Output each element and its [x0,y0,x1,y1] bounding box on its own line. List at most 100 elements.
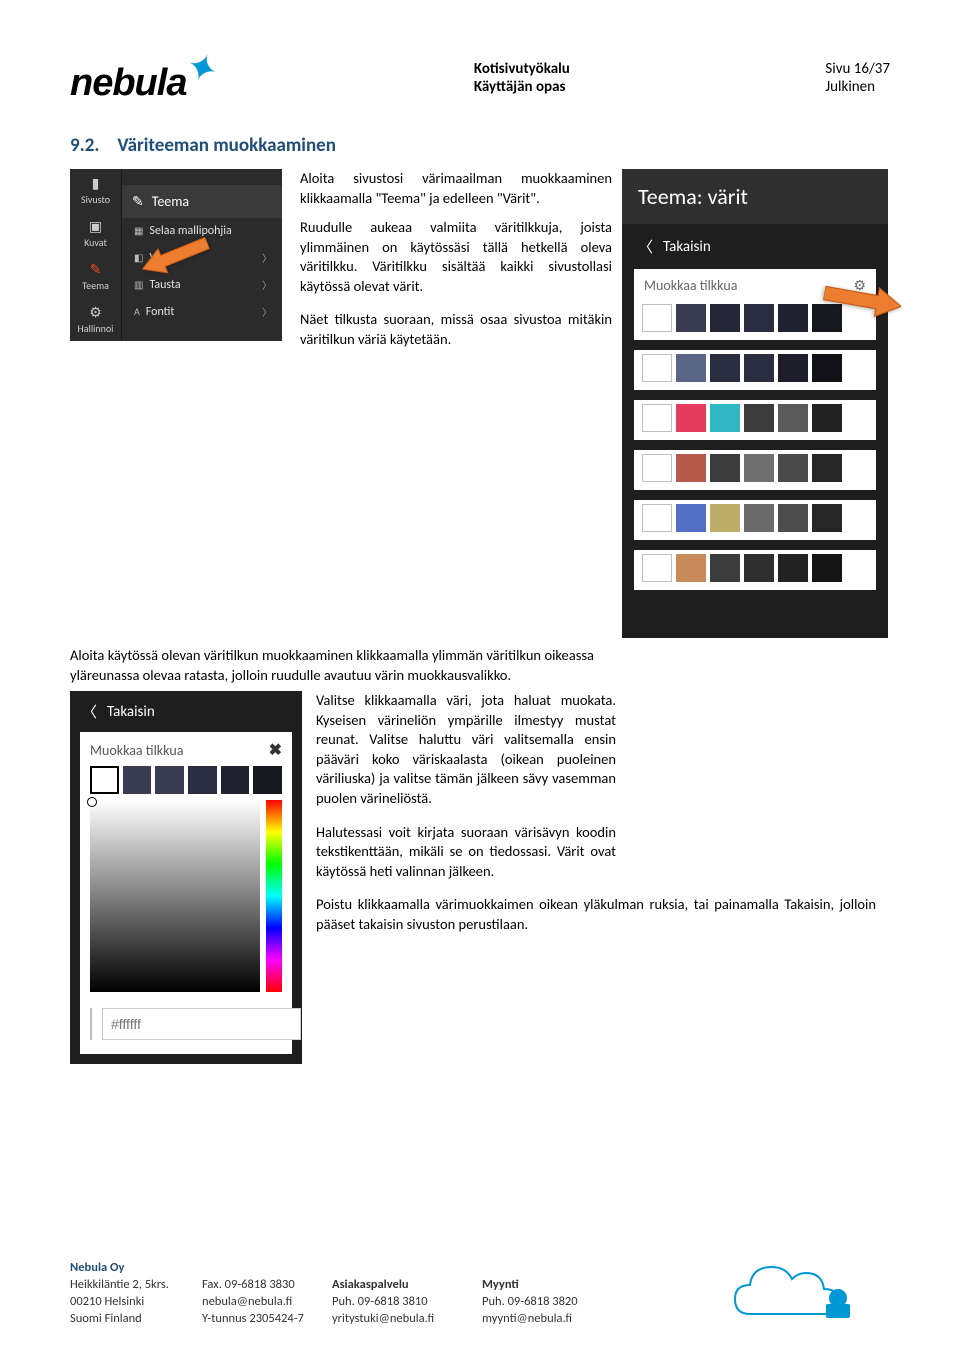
card-title: Muokkaa tilkkua [644,277,737,294]
doc-title: Kotisivutyökalu [474,60,570,78]
color-swatch[interactable] [642,404,672,432]
back-button[interactable]: 〈 Takaisin [622,224,888,269]
footer-col-asiakaspalvelu: Asiakaspalvelu Puh. 09-6818 3810 yrityst… [332,1277,482,1328]
page-number: Sivu 16/37 [825,60,890,78]
color-gradient-square[interactable] [90,800,260,992]
color-swatch[interactable] [778,304,808,332]
color-swatch[interactable] [710,454,740,482]
image-icon: ▣ [89,220,102,234]
chevron-left-icon: 〈 [638,236,653,257]
file-icon: ▮ [92,177,100,191]
paragraph: Poistu klikkaamalla värimuokkaimen oikea… [316,895,876,934]
color-swatch[interactable] [710,354,740,382]
current-color-swatch [90,1008,92,1040]
color-swatch[interactable] [710,304,740,332]
teema-varit-panel: Teema: värit 〈 Takaisin Muokkaa tilkkua⚙ [622,169,888,638]
color-swatch[interactable] [710,504,740,532]
color-swatch[interactable] [155,766,184,794]
cloud-illustration-icon [730,1244,890,1334]
gear-icon: ⚙ [89,306,102,320]
color-swatch[interactable] [676,454,706,482]
color-swatch[interactable] [778,404,808,432]
sidebar-item-fontit[interactable]: AFontit 〉 [122,298,282,325]
palette-card[interactable] [634,450,876,490]
color-swatch[interactable] [812,354,842,382]
page-footer: Nebula Oy Heikkiläntie 2, 5krs. 00210 He… [70,1260,890,1328]
color-swatch[interactable] [744,304,774,332]
header-right-block: Sivu 16/37 Julkinen [825,60,890,96]
color-swatch[interactable] [812,504,842,532]
color-swatch[interactable] [642,554,672,582]
hex-input[interactable] [102,1008,301,1040]
paragraph: Aloita käytössä olevan väritilkun muokka… [70,646,594,685]
color-swatch[interactable] [744,554,774,582]
footer-col-contact: Fax. 09-6818 3830 nebula@nebula.fi Y-tun… [202,1277,332,1328]
color-swatch[interactable] [744,404,774,432]
color-swatch[interactable] [744,354,774,382]
footer-col-address: Heikkiläntie 2, 5krs. 00210 Helsinki Suo… [70,1277,202,1328]
color-swatch[interactable] [812,404,842,432]
color-swatch[interactable] [642,354,672,382]
color-swatch[interactable] [676,304,706,332]
close-icon[interactable]: ✖ [269,740,282,760]
nav-item-hallinnoi[interactable]: ⚙ Hallinnoi [70,298,121,341]
section-number: 9.2. [70,134,99,157]
color-swatch[interactable] [744,454,774,482]
doc-subtitle: Käyttäjän opas [474,78,570,96]
color-swatch[interactable] [123,766,152,794]
color-picker-screenshot: 〈 Takaisin Muokkaa tilkkua ✖ [70,691,302,1064]
palette-card[interactable] [634,350,876,390]
color-swatch[interactable] [710,554,740,582]
color-swatch[interactable] [676,354,706,382]
color-swatch[interactable] [744,504,774,532]
star-icon: ✦ [180,42,226,96]
footer-col-myynti: Myynti Puh. 09-6818 3820 myynti@nebula.f… [482,1277,632,1328]
hue-slider[interactable] [266,800,282,992]
color-swatch[interactable] [642,304,672,332]
color-swatch[interactable] [676,554,706,582]
chevron-right-icon: 〉 [262,277,272,292]
sidebar-panel-header: ✎ Teema [122,185,282,218]
page-header: nebula ✦ Kotisivutyökalu Käyttäjän opas … [70,60,890,106]
paragraph: Näet tilkusta suoraan, missä osaa sivust… [300,310,612,349]
paragraph: Halutessasi voit kirjata suoraan värisäv… [316,823,616,882]
color-swatch[interactable] [778,354,808,382]
color-swatch[interactable] [710,404,740,432]
color-swatch[interactable] [642,454,672,482]
color-swatch[interactable] [778,554,808,582]
color-swatch[interactable] [676,504,706,532]
chevron-left-icon: 〈 [82,701,97,722]
nav-item-sivusto[interactable]: ▮ Sivusto [70,169,121,212]
palette-card[interactable] [634,550,876,590]
background-icon: ▥ [134,278,143,291]
palette-card[interactable] [634,400,876,440]
chevron-right-icon: 〉 [262,250,272,265]
color-swatch[interactable] [812,454,842,482]
paragraph: Ruudulle aukeaa valmiita väritilkkuja, j… [300,218,612,296]
brush-icon: ✎ [90,263,102,277]
color-swatch[interactable] [221,766,250,794]
palette-card[interactable] [634,500,876,540]
font-icon: A [134,305,140,318]
color-swatch[interactable] [778,454,808,482]
brush-icon: ✎ [132,193,144,210]
color-swatch[interactable] [188,766,217,794]
color-swatch[interactable] [253,766,282,794]
chevron-right-icon: 〉 [262,304,272,319]
visibility-label: Julkinen [825,78,890,96]
color-swatch[interactable] [778,504,808,532]
nav-item-kuvat[interactable]: ▣ Kuvat [70,212,121,255]
section-title: Väriteeman muokkaaminen [117,134,336,157]
nav-item-teema[interactable]: ✎ Teema [70,255,121,298]
color-swatch[interactable] [642,504,672,532]
picker-card-title: Muokkaa tilkkua [90,742,183,759]
body-text-column: Aloita sivustosi värimaailman muokkaamin… [300,169,612,350]
body-text-column: Valitse klikkaamalla väri, jota haluat m… [316,691,616,934]
templates-icon: ▦ [134,224,143,237]
color-swatch[interactable] [812,554,842,582]
color-swatch[interactable] [90,766,119,794]
header-title-block: Kotisivutyökalu Käyttäjän opas [474,60,570,96]
color-swatch[interactable] [676,404,706,432]
back-button[interactable]: 〈 Takaisin [70,691,302,732]
brand-logo: nebula ✦ [70,60,218,106]
